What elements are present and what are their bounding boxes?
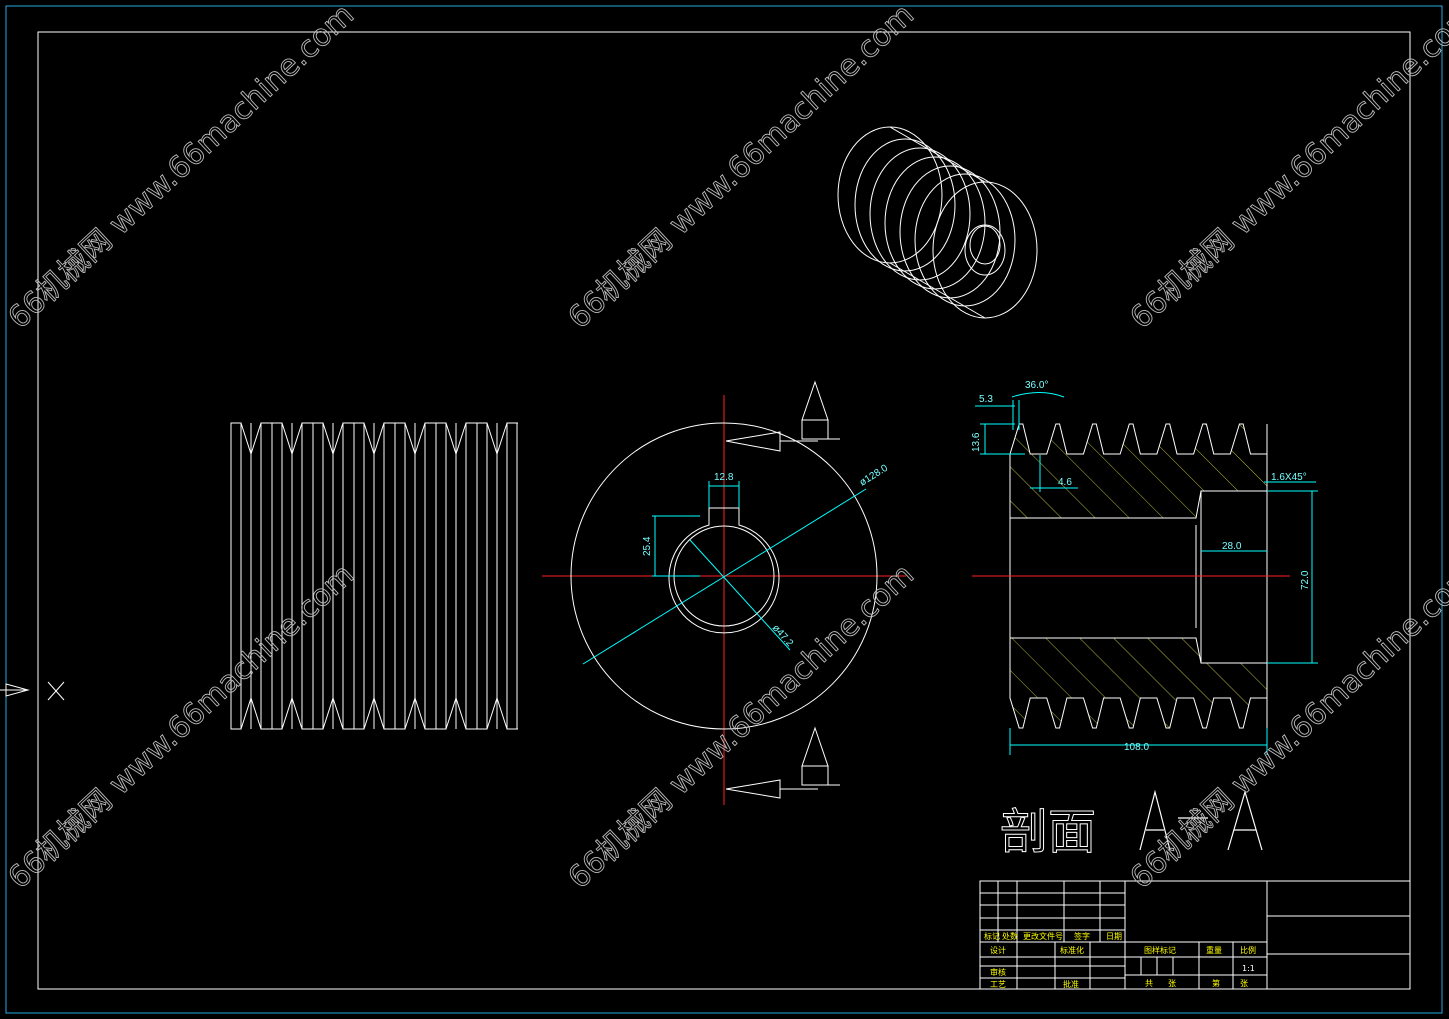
svg-text:日期: 日期 bbox=[1106, 932, 1122, 941]
key-width-label: 12.8 bbox=[714, 472, 734, 483]
section-title: 剖面 bbox=[1000, 804, 1096, 860]
svg-text:1:1: 1:1 bbox=[1242, 964, 1255, 973]
svg-text:设计: 设计 bbox=[990, 945, 1006, 955]
svg-text:标准化: 标准化 bbox=[1060, 945, 1084, 955]
watermark: 66机械网 www.66machine.com bbox=[2, 557, 361, 896]
root-width-label: 4.6 bbox=[1058, 477, 1072, 488]
bore-dia-label: ø47.2 bbox=[770, 623, 796, 650]
svg-text:处数: 处数 bbox=[1002, 931, 1018, 941]
svg-text:签字: 签字 bbox=[1074, 931, 1090, 941]
counterbore-depth-label: 28.0 bbox=[1222, 541, 1242, 552]
watermark: 66机械网 www.66machine.com bbox=[1124, 557, 1449, 896]
overall-length-label: 108.0 bbox=[1124, 742, 1149, 753]
title-block-text: 标记 处数 更改文件号 签字 日期 设计 标准化 审核 工艺 批准 图样标记 重… bbox=[984, 931, 1256, 989]
thread-angle-label: 36.0° bbox=[1025, 380, 1048, 391]
chamfer-label: 1.6X45° bbox=[1271, 472, 1307, 483]
svg-text:重量: 重量 bbox=[1206, 945, 1222, 955]
ucs-icon bbox=[0, 681, 65, 701]
counterbore-dia-label: 72.0 bbox=[1300, 570, 1311, 590]
thread-depth-label: 13.6 bbox=[971, 432, 982, 452]
thread-pitch-label: 5.3 bbox=[979, 394, 993, 405]
svg-text:批准: 批准 bbox=[1063, 979, 1079, 989]
svg-text:张: 张 bbox=[1240, 979, 1248, 988]
svg-text:比例: 比例 bbox=[1240, 945, 1256, 955]
svg-text:图样标记: 图样标记 bbox=[1144, 945, 1176, 955]
watermark: 66机械网 www.66machine.com bbox=[562, 0, 921, 336]
svg-text:张: 张 bbox=[1168, 979, 1176, 988]
svg-text:工艺: 工艺 bbox=[990, 980, 1006, 989]
isometric-view bbox=[837, 126, 1038, 319]
svg-text:共: 共 bbox=[1145, 979, 1153, 988]
section-view: 5.3 36.0° 13.6 4.6 1.6X45° 28.0 72.0 108… bbox=[971, 380, 1318, 755]
svg-text:审核: 审核 bbox=[990, 967, 1006, 977]
svg-text:更改文件号: 更改文件号 bbox=[1023, 931, 1063, 941]
key-depth-label: 25.4 bbox=[642, 536, 653, 556]
side-elevation bbox=[230, 422, 518, 730]
watermark: 66机械网 www.66machine.com bbox=[2, 0, 361, 336]
svg-text:第: 第 bbox=[1212, 978, 1220, 988]
watermark: 66机械网 www.66machine.com bbox=[562, 557, 921, 896]
cad-drawing: 12.8 25.4 ø128.0 ø47.2 5.3 36.0° 13.6 4.… bbox=[0, 0, 1449, 1014]
svg-text:标记: 标记 bbox=[984, 931, 1000, 941]
watermark: 66机械网 www.66machine.com bbox=[1124, 0, 1449, 336]
outer-dia-label: ø128.0 bbox=[858, 462, 891, 488]
